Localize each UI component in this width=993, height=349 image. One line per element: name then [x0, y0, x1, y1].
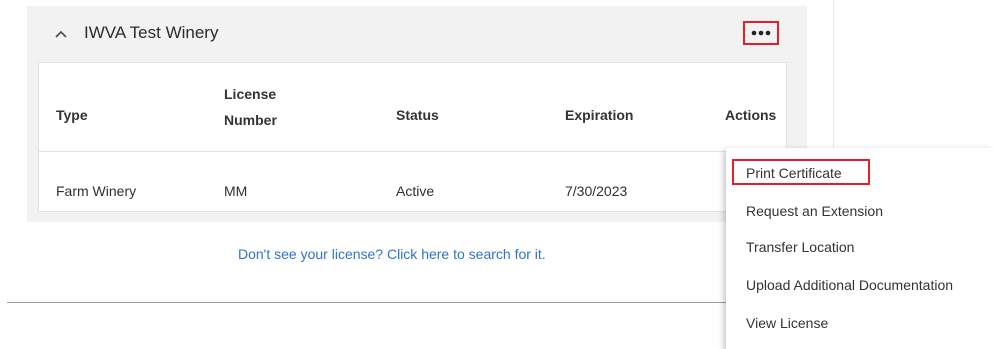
- menu-item-request-extension[interactable]: Request an Extension: [746, 203, 883, 219]
- menu-item-print-certificate[interactable]: Print Certificate: [746, 165, 842, 181]
- more-actions-button[interactable]: [743, 21, 779, 45]
- license-table: Type License Number Status Expiration Ac…: [38, 62, 787, 212]
- cell-expiration: 7/30/2023: [565, 183, 628, 199]
- column-header-actions: Actions: [725, 107, 777, 123]
- cell-license-number: MM: [224, 183, 248, 199]
- column-header-license-number-line2: Number: [224, 112, 277, 128]
- side-divider: [833, 0, 834, 150]
- search-license-link[interactable]: Don't see your license? Click here to se…: [238, 246, 546, 262]
- ellipsis-icon: [751, 30, 771, 36]
- section-divider: [7, 302, 800, 303]
- menu-item-view-license[interactable]: View License: [746, 315, 828, 331]
- menu-item-upload-documentation[interactable]: Upload Additional Documentation: [746, 277, 953, 293]
- column-header-type: Type: [56, 107, 88, 123]
- row-separator: [39, 151, 786, 152]
- license-panel: IWVA Test Winery Type License Number Sta…: [27, 6, 807, 222]
- column-header-status: Status: [396, 107, 439, 123]
- cell-status: Active: [396, 183, 435, 199]
- column-header-expiration: Expiration: [565, 107, 634, 123]
- panel-header[interactable]: IWVA Test Winery: [27, 6, 807, 62]
- chevron-up-icon[interactable]: [53, 26, 69, 42]
- column-header-license-number-line1: License: [224, 86, 277, 102]
- menu-item-transfer-location[interactable]: Transfer Location: [746, 239, 854, 255]
- cell-type: Farm Winery: [56, 183, 137, 199]
- winery-name: IWVA Test Winery: [84, 23, 219, 42]
- actions-menu: Print Certificate Request an Extension T…: [726, 148, 993, 349]
